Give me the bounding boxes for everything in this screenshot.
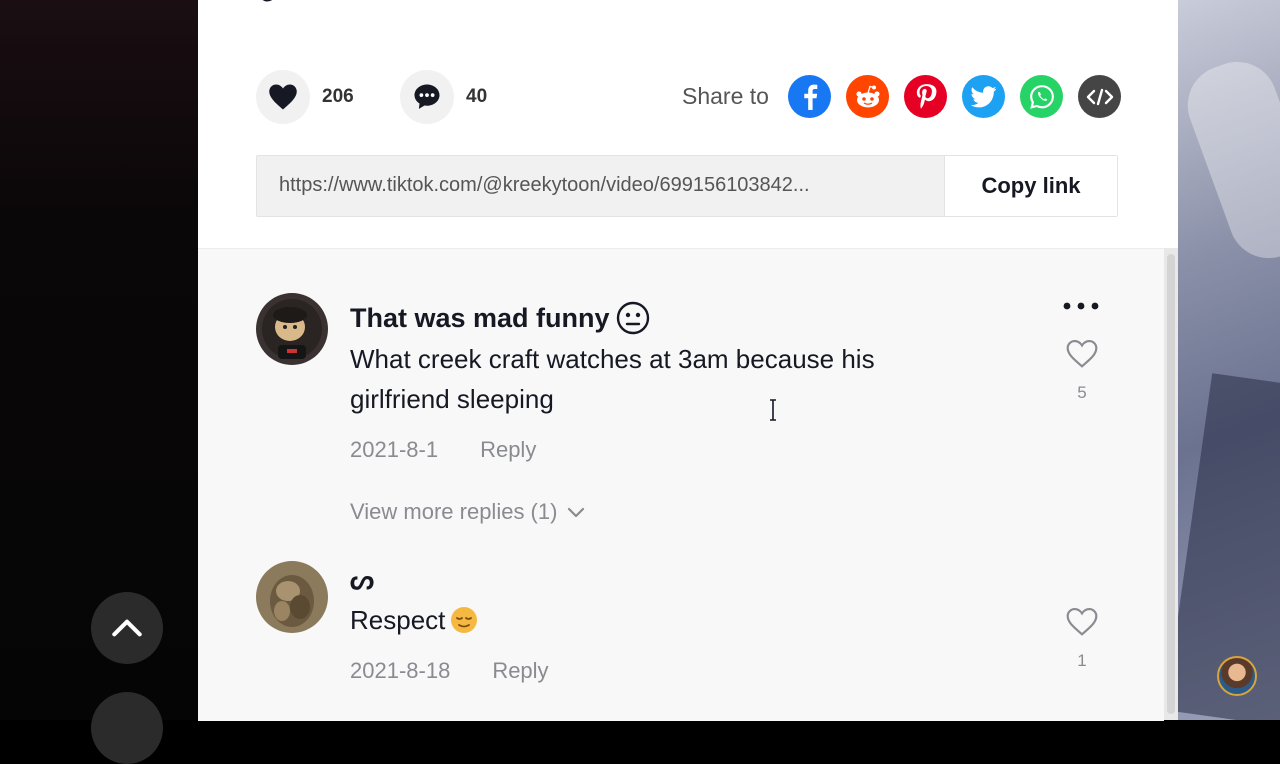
comment-text: Respect — [350, 605, 446, 635]
twitter-icon[interactable] — [962, 75, 1005, 118]
scrollbar-thumb[interactable] — [1167, 254, 1175, 714]
comment-text-row: Respect — [350, 600, 950, 640]
like-button[interactable] — [256, 70, 310, 124]
comment-like: 1 — [1062, 607, 1102, 671]
text-cursor-icon — [770, 399, 776, 421]
comment-like-count: 1 — [1077, 651, 1087, 670]
comment-date: 2021-8-1 — [350, 437, 439, 462]
comment-author-name: ᔕ — [350, 565, 375, 595]
chevron-down-icon — [568, 507, 585, 518]
share-link-url[interactable]: https://www.tiktok.com/@kreekytoon/video… — [279, 174, 944, 197]
more-options-button[interactable] — [1062, 285, 1102, 319]
share-link-box: https://www.tiktok.com/@kreekytoon/video… — [256, 155, 1118, 217]
post-actions-area: 206 40 Share to https://www.tiktok.com/@… — [198, 0, 1178, 248]
chevron-up-icon — [112, 619, 142, 637]
comment-stat: 40 — [400, 70, 487, 124]
streamer-avatar — [1217, 656, 1257, 696]
reply-button[interactable]: Reply — [492, 658, 548, 684]
comment-date: 2021-8-18 — [350, 658, 451, 683]
comment-like: 5 — [1062, 339, 1102, 403]
reddit-icon[interactable] — [846, 75, 889, 118]
comment-meta: 2021-8-1 Reply — [350, 437, 950, 463]
comment-bubble-icon — [414, 84, 440, 109]
comments-scrollbar[interactable] — [1164, 248, 1178, 720]
scroll-down-button[interactable] — [91, 692, 163, 764]
whatsapp-icon[interactable] — [1020, 75, 1063, 118]
heart-outline-icon[interactable] — [1065, 607, 1099, 637]
comment-author-name: That was mad funny — [350, 302, 610, 333]
facebook-icon[interactable] — [788, 75, 831, 118]
avatar[interactable] — [256, 293, 328, 365]
view-more-label: View more replies (1) — [350, 499, 558, 524]
comment-meta: 2021-8-18 Reply — [350, 658, 950, 684]
comment-count: 40 — [466, 86, 488, 107]
neutral-face-emoji — [616, 301, 649, 335]
comment-author[interactable]: That was mad funny — [350, 301, 950, 335]
comment-button[interactable] — [400, 70, 454, 124]
heart-icon — [269, 84, 297, 110]
copy-link-button[interactable]: Copy link — [944, 156, 1117, 216]
relieved-face-emoji — [451, 607, 478, 633]
more-dots-icon — [1063, 302, 1099, 310]
reply-button[interactable]: Reply — [480, 437, 536, 463]
comment-text: What creek craft watches at 3am because … — [350, 344, 875, 414]
share-label: Share to — [682, 83, 769, 109]
view-more-replies[interactable]: View more replies (1) — [350, 499, 585, 525]
comment-body: ᔕ Respect 2021-8-18 Reply — [350, 565, 950, 684]
video-detail-panel: 206 40 Share to https://www.tiktok.com/@… — [198, 0, 1178, 721]
scroll-up-button[interactable] — [91, 592, 163, 664]
embed-icon[interactable] — [1078, 75, 1121, 118]
comment-list: That was mad funny What creek craft watc… — [198, 248, 1164, 721]
comment-like-count: 5 — [1077, 383, 1087, 402]
caption-overflow-text — [262, 0, 310, 2]
video-background-right — [1178, 0, 1280, 720]
like-count: 206 — [322, 86, 354, 107]
pinterest-icon[interactable] — [904, 75, 947, 118]
comment-author[interactable]: ᔕ — [350, 565, 950, 596]
share-icons — [788, 75, 1121, 118]
comment-body: That was mad funny What creek craft watc… — [350, 301, 950, 463]
heart-outline-icon[interactable] — [1065, 339, 1099, 369]
like-stat: 206 — [256, 70, 354, 124]
avatar[interactable] — [256, 561, 328, 633]
